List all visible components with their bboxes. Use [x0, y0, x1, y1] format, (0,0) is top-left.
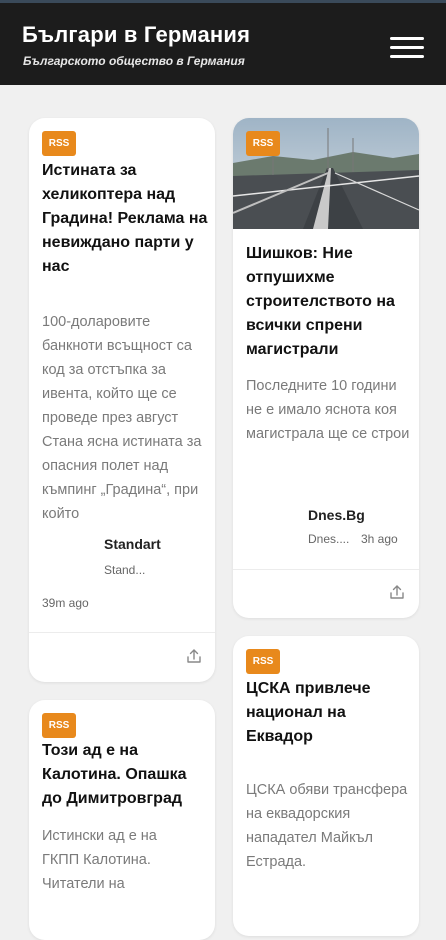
news-card[interactable]: RSS Шишков: Ние отпушихме строителството…	[233, 118, 419, 618]
card-title[interactable]: Шишков: Ние отпушихме строителството на …	[246, 242, 414, 362]
share-icon[interactable]	[185, 647, 203, 665]
card-title[interactable]: Истината за хеликоптера над Градина! Рек…	[42, 159, 208, 279]
rss-badge: RSS	[42, 713, 76, 738]
rss-badge: RSS	[42, 131, 76, 156]
card-title[interactable]: ЦСКА привлече национал на Еквадор	[246, 677, 396, 749]
source-short: Stand...	[104, 563, 146, 577]
time-ago: 3h ago	[361, 532, 398, 546]
source-name[interactable]: Dnes.Bg	[308, 507, 365, 523]
card-divider	[233, 569, 419, 570]
news-card[interactable]: RSS ЦСКА привлече национал на Еквадор ЦС…	[233, 636, 419, 936]
source-short: Dnes....	[308, 532, 350, 546]
hamburger-menu-icon[interactable]	[386, 33, 428, 61]
news-card[interactable]: RSS Истината за хеликоптера над Градина!…	[29, 118, 215, 682]
site-subtitle: Българското общество в Германия	[23, 54, 245, 68]
card-summary: Последните 10 години не е имало яснота к…	[246, 378, 410, 442]
source-name[interactable]: Standart	[104, 536, 161, 552]
app-header: Българи в Германия Българското общество …	[0, 0, 446, 85]
card-summary: ЦСКА обяви трансфера на еквадорския напа…	[246, 782, 408, 870]
site-title[interactable]: Българи в Германия	[22, 22, 250, 48]
time-ago: 39m ago	[42, 596, 89, 610]
card-summary: Истински ад е на ГКПП Калотина. Читатели…	[42, 828, 157, 892]
card-title[interactable]: Този ад е на Калотина. Опашка до Димитро…	[42, 739, 208, 811]
card-divider	[29, 632, 215, 633]
rss-badge: RSS	[246, 131, 280, 156]
card-summary: 100-доларовите банкноти всъщност са код …	[42, 314, 202, 522]
rss-badge: RSS	[246, 649, 280, 674]
share-icon[interactable]	[388, 583, 406, 601]
news-card[interactable]: RSS Този ад е на Калотина. Опашка до Дим…	[29, 700, 215, 940]
